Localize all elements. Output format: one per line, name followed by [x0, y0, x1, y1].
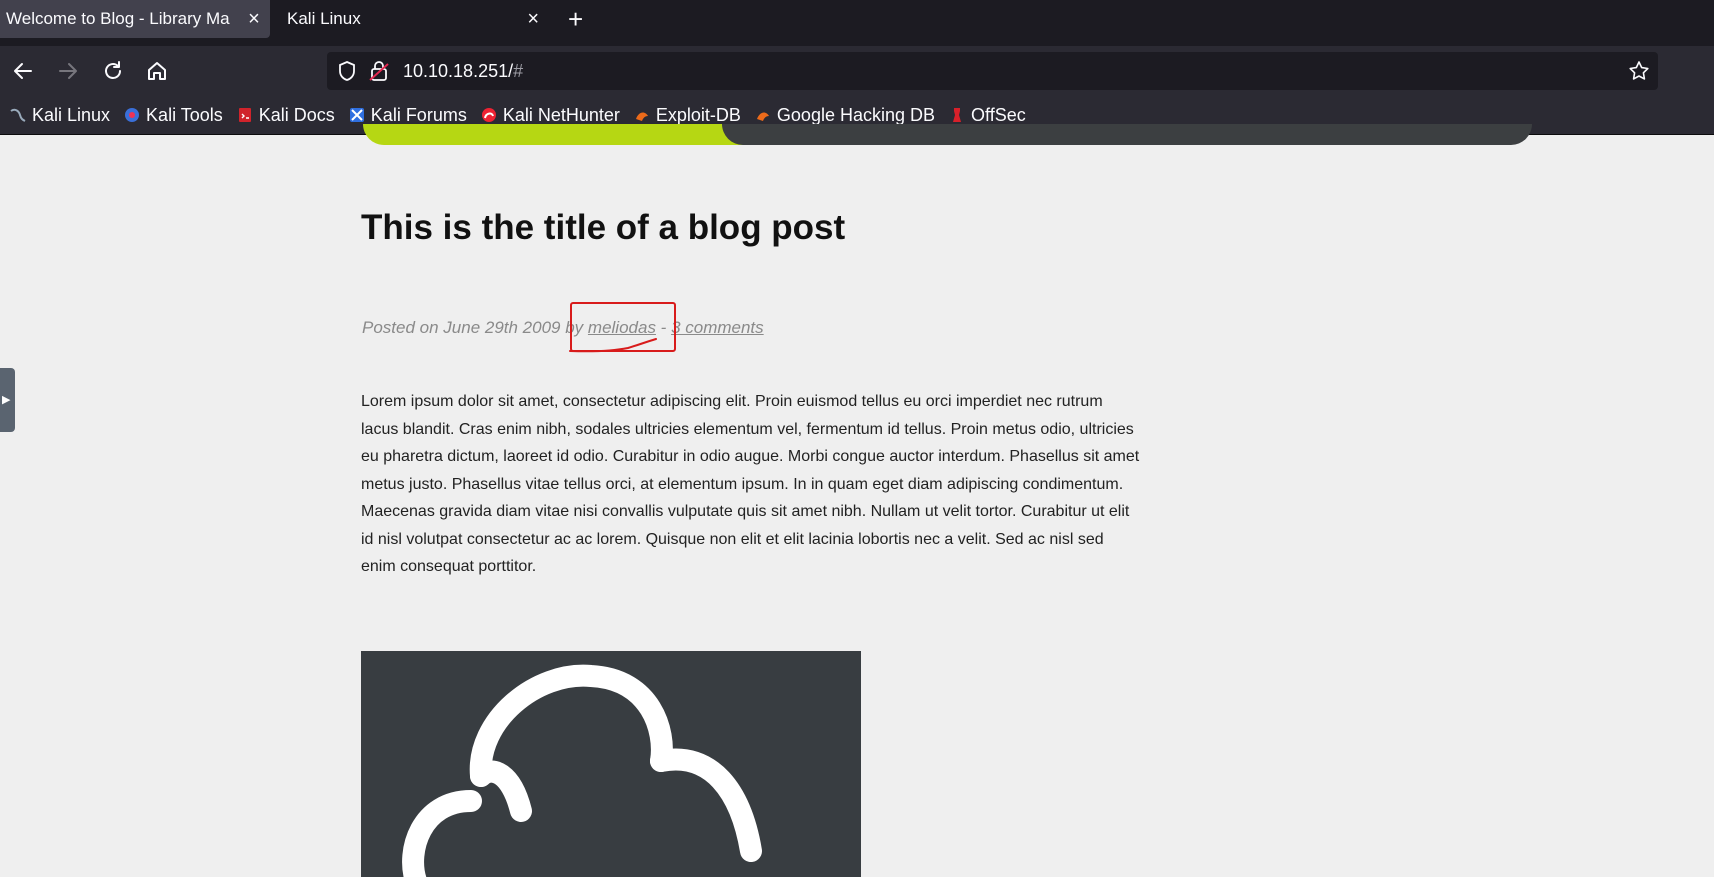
bookmark-label: Kali Docs [258, 104, 335, 125]
forward-arrow-icon [59, 63, 77, 79]
url-text[interactable]: 10.10.18.251/# [403, 61, 523, 82]
bookmark-label: Kali Forums [370, 104, 467, 125]
comments-link[interactable]: 3 comments [671, 318, 764, 337]
kali-docs-icon [238, 108, 251, 122]
address-bar[interactable]: 10.10.18.251/# [327, 52, 1658, 90]
kali-tools-icon [125, 108, 140, 122]
shield-icon[interactable] [337, 60, 357, 82]
bookmark-label: Kali Linux [32, 104, 111, 125]
expand-arrow-icon: ▶ [2, 394, 11, 406]
bookmark-label: OffSec [971, 104, 1026, 125]
header-banner-accent [363, 124, 763, 145]
home-icon [148, 62, 166, 80]
cloud-icon [402, 664, 762, 877]
bookmark-offsec[interactable]: OffSec [949, 105, 1026, 126]
post-meta: Posted on June 29th 2009 by meliodas - 3… [362, 318, 764, 338]
tab-title: Welcome to Blog - Library Ma [6, 9, 230, 28]
post-title: This is the title of a blog post [361, 208, 846, 247]
reload-button[interactable] [100, 58, 126, 84]
tab-kali-linux[interactable]: Kali Linux × [275, 0, 545, 38]
back-arrow-icon [14, 63, 32, 79]
kali-forums-icon [349, 108, 364, 122]
forward-button[interactable] [55, 58, 81, 84]
close-tab-icon[interactable]: × [242, 8, 266, 31]
bookmark-kali-tools[interactable]: Kali Tools [124, 105, 223, 126]
tab-title: Kali Linux [287, 9, 361, 28]
new-tab-button[interactable]: + [568, 4, 583, 35]
navigation-toolbar: 10.10.18.251/# [0, 46, 1714, 96]
bookmark-label: Google Hacking DB [776, 104, 936, 125]
bookmark-kali-linux[interactable]: Kali Linux [10, 105, 110, 126]
url-hash: # [513, 60, 524, 81]
tab-blog[interactable]: Welcome to Blog - Library Ma × [0, 0, 270, 38]
back-button[interactable] [10, 58, 36, 84]
bookmark-label: Kali Tools [146, 104, 223, 125]
header-banner-nav [722, 124, 1532, 145]
kali-dragon-icon [10, 108, 26, 122]
offsec-icon [953, 108, 962, 122]
tab-bar: Welcome to Blog - Library Ma × Kali Linu… [0, 0, 1714, 46]
nethunter-icon [481, 108, 496, 122]
reload-icon [105, 61, 121, 79]
side-panel-toggle[interactable]: ▶ [0, 368, 15, 432]
insecure-lock-icon[interactable] [369, 60, 389, 82]
ghdb-icon [756, 112, 769, 121]
bookmark-google-hacking-db[interactable]: Google Hacking DB [755, 105, 935, 126]
bookmark-kali-forums[interactable]: Kali Forums [349, 105, 467, 126]
bookmark-exploit-db[interactable]: Exploit-DB [634, 105, 741, 126]
home-button[interactable] [144, 58, 170, 84]
bookmark-label: Kali NetHunter [502, 104, 620, 125]
exploit-db-icon [635, 112, 648, 121]
bookmark-star-icon[interactable] [1628, 60, 1650, 82]
bookmark-label: Exploit-DB [655, 104, 741, 125]
post-image [361, 651, 861, 877]
post-date: Posted on June 29th 2009 by [362, 318, 588, 337]
url-host: 10.10.18.251/ [403, 60, 514, 81]
bookmark-kali-docs[interactable]: Kali Docs [237, 105, 335, 126]
close-tab-icon[interactable]: × [522, 8, 545, 31]
annotation-underline [569, 338, 657, 353]
bookmark-kali-nethunter[interactable]: Kali NetHunter [481, 105, 620, 126]
post-body: Lorem ipsum dolor sit amet, consectetur … [361, 393, 1140, 575]
